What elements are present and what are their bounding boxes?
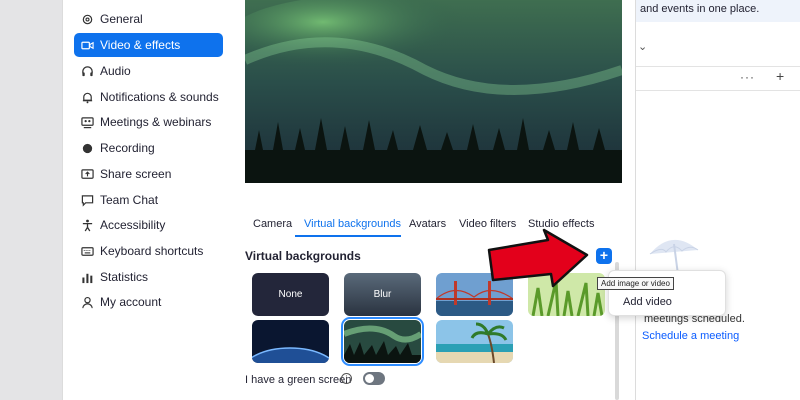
- sidebar-item-label: Accessibility: [100, 218, 166, 232]
- sidebar-item-label: Audio: [100, 64, 131, 78]
- settings-window: General Video & effects Audio Notificati…: [62, 0, 636, 400]
- sidebar-item-general[interactable]: General: [74, 7, 223, 31]
- meetings-icon: [80, 115, 94, 129]
- thumb-label: Blur: [373, 289, 392, 300]
- green-screen-toggle[interactable]: [363, 372, 385, 385]
- sidebar-item-label: Notifications & sounds: [100, 90, 219, 104]
- info-icon[interactable]: i: [341, 373, 352, 384]
- background-thumb-beach[interactable]: [436, 320, 513, 363]
- sidebar-item-accessibility[interactable]: Accessibility: [74, 213, 223, 237]
- statistics-icon: [80, 270, 94, 284]
- tab-camera[interactable]: Camera: [253, 218, 292, 230]
- sidebar-item-meetings[interactable]: Meetings & webinars: [74, 110, 223, 134]
- schedule-meeting-link[interactable]: Schedule a meeting: [642, 330, 739, 342]
- add-button-tooltip: Add image or video: [597, 277, 674, 290]
- keyboard-icon: [80, 244, 94, 258]
- background-thumb-none[interactable]: None: [252, 273, 329, 316]
- sidebar-item-share-screen[interactable]: Share screen: [74, 162, 223, 186]
- video-camera-icon: [80, 38, 94, 52]
- camera-preview: [245, 0, 622, 183]
- gear-icon: [80, 12, 94, 26]
- sidebar-item-label: Recording: [100, 141, 155, 155]
- red-arrow-annotation: [487, 228, 589, 288]
- add-icon[interactable]: +: [776, 68, 784, 84]
- background-thumb-aurora[interactable]: [341, 317, 424, 366]
- thumb-label: None: [278, 289, 303, 300]
- user-icon: [80, 295, 94, 309]
- green-screen-label: I have a green screen: [245, 374, 352, 386]
- settings-sidebar: General Video & effects Audio Notificati…: [63, 0, 235, 400]
- sidebar-item-label: Meetings & webinars: [100, 115, 212, 129]
- sidebar-item-label: My account: [100, 295, 162, 309]
- divider: [636, 90, 800, 91]
- sidebar-item-notifications[interactable]: Notifications & sounds: [74, 85, 223, 109]
- sidebar-item-label: Team Chat: [100, 193, 159, 207]
- accessibility-icon: [80, 218, 94, 232]
- sidebar-item-team-chat[interactable]: Team Chat: [74, 188, 223, 212]
- background-thumb-earth[interactable]: [252, 320, 329, 363]
- background-left-strip: [0, 0, 62, 400]
- chevron-down-icon[interactable]: ⌄: [638, 40, 647, 53]
- active-tab-indicator: [295, 235, 401, 237]
- headphones-icon: [80, 64, 94, 78]
- background-app: and events in one place. ⌄ ··· + meeting…: [636, 0, 800, 400]
- sidebar-item-label: Statistics: [100, 270, 149, 284]
- more-options-icon[interactable]: ···: [740, 70, 755, 84]
- sidebar-item-audio[interactable]: Audio: [74, 59, 223, 83]
- sidebar-item-my-account[interactable]: My account: [74, 290, 223, 314]
- sidebar-item-statistics[interactable]: Statistics: [74, 265, 223, 289]
- add-video-menu-item[interactable]: Add video: [623, 296, 672, 308]
- divider: [636, 66, 800, 67]
- tab-virtual-backgrounds[interactable]: Virtual backgrounds: [304, 218, 401, 230]
- bell-icon: [80, 90, 94, 104]
- chat-icon: [80, 193, 94, 207]
- add-background-button[interactable]: +: [596, 248, 612, 264]
- sidebar-item-label: General: [100, 12, 143, 26]
- sidebar-item-keyboard-shortcuts[interactable]: Keyboard shortcuts: [74, 239, 223, 263]
- tab-avatars[interactable]: Avatars: [409, 218, 446, 230]
- sidebar-item-label: Share screen: [100, 167, 172, 181]
- background-banner: and events in one place.: [636, 0, 800, 22]
- background-thumb-blur[interactable]: Blur: [344, 273, 421, 316]
- record-icon: [80, 141, 94, 155]
- share-screen-icon: [80, 167, 94, 181]
- sidebar-item-label: Keyboard shortcuts: [100, 244, 204, 258]
- sidebar-item-video-effects[interactable]: Video & effects: [74, 33, 223, 57]
- sidebar-item-recording[interactable]: Recording: [74, 136, 223, 160]
- section-title: Virtual backgrounds: [245, 249, 361, 263]
- sidebar-item-label: Video & effects: [100, 38, 181, 52]
